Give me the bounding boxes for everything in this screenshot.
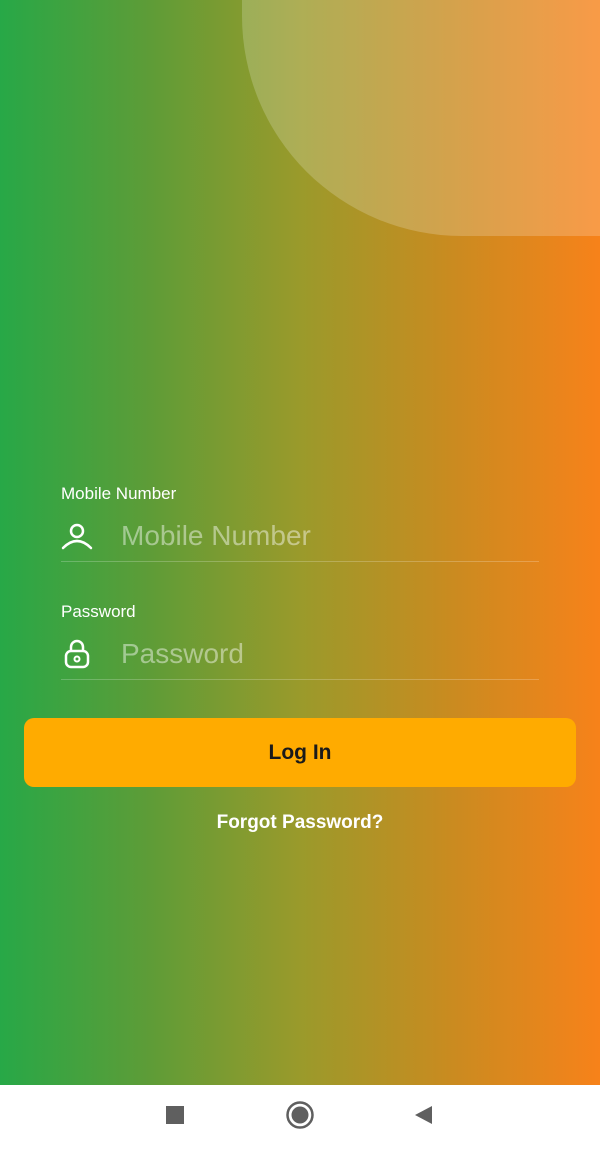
password-input[interactable] [121,638,539,670]
person-icon [61,520,93,552]
password-field [61,629,539,680]
mobile-number-label: Mobile Number [61,484,177,503]
back-button[interactable] [393,1085,453,1150]
login-button[interactable]: Log In [24,718,576,787]
recent-apps-icon [165,1105,185,1130]
system-navigation-bar [0,1085,600,1150]
forgot-password-link[interactable]: Forgot Password? [0,812,600,834]
login-screen: Mobile Number Password Log In Forgot Pas… [0,0,600,1085]
mobile-number-field [61,511,539,562]
password-label: Password [61,602,136,621]
recent-apps-button[interactable] [145,1085,205,1150]
lock-icon [61,638,93,670]
back-icon [412,1104,434,1131]
mobile-number-input[interactable] [121,520,539,552]
decorative-circle [242,0,600,236]
home-icon [285,1100,315,1135]
home-button[interactable] [270,1085,330,1150]
